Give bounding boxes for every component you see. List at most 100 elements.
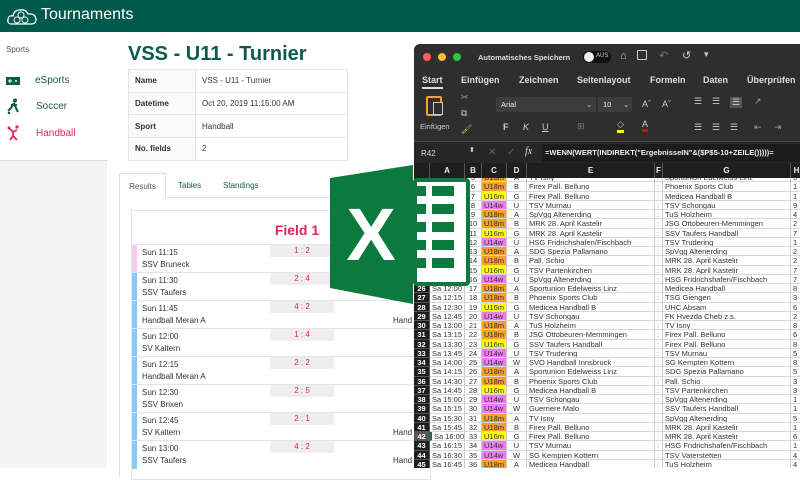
cell-h[interactable]: 3 [791,377,800,386]
cell-e[interactable]: TSV Trudering [527,348,655,358]
cell-e[interactable]: Firex Pall. Belluno [527,191,655,201]
cell-d[interactable]: A [507,321,527,331]
cell-e[interactable]: MRK 28. April Kastelir [527,219,655,229]
cell-b[interactable]: 24 [465,348,482,358]
cell-c[interactable]: U14w [482,200,507,210]
cell-f[interactable]: : [655,441,663,451]
sheet-row[interactable]: 35 Sa 14:15 26 U18m A Sportunion Edelweiss Li… [414,367,800,377]
sidebar-item-handball[interactable]: Handball [0,120,107,148]
column-header[interactable]: A [430,163,465,178]
cell-g[interactable]: MRK 28. April Kastelir [663,432,791,442]
cell-c[interactable]: U18m [482,284,507,294]
cell-c[interactable]: U18m [482,293,507,303]
cell-a[interactable]: Sa 13:15 [430,330,465,340]
cell-a[interactable]: Sa 13:00 [430,321,465,331]
cell-f[interactable]: : [655,302,663,312]
row-header[interactable]: 20 [414,228,430,238]
row-header[interactable]: 24 [414,265,430,275]
cell-a[interactable]: Sa 15:15 [430,404,465,414]
cell-f[interactable]: : [655,219,663,229]
orientation-icon[interactable]: ↗ [754,96,762,107]
cell-c[interactable]: U14w [482,404,507,414]
cell-b[interactable]: 18 [465,293,482,303]
ribbon-tab-einfuegen[interactable]: Einfügen [461,75,500,85]
cell-f[interactable]: : [655,284,663,294]
sheet-row[interactable]: 19 10 U18m B MRK 28. April Kastelir: JSG Otto… [414,219,800,229]
row-header[interactable]: 17 [414,200,430,210]
cell-e[interactable]: TV Isny [527,413,655,423]
cell-f[interactable]: : [655,237,663,247]
borders-icon[interactable]: ⊞ [577,121,585,132]
cell-d[interactable]: A [507,367,527,377]
sheet-row[interactable]: 23 14 U18m B Pall. Schio: MRK 28. April Kaste… [414,256,800,266]
cell-g[interactable]: TV Isny [663,321,791,331]
cell-a[interactable] [430,191,465,201]
cell-d[interactable]: G [507,432,527,442]
cell-c[interactable]: U18m [482,210,507,220]
cell-f[interactable]: : [655,293,663,303]
row-header[interactable]: 18 [414,210,430,220]
decrease-indent-icon[interactable]: ⇤ [754,122,762,133]
cell-a[interactable] [430,219,465,229]
cell-d[interactable]: W [507,450,527,460]
row-header[interactable]: 30 [414,321,430,331]
app-title[interactable]: Tournaments [41,6,134,24]
cell-e[interactable]: TSV Schongau [527,395,655,405]
cell-reference[interactable]: R42 [421,149,436,158]
cell-a[interactable]: Sa 12:45 [430,311,465,321]
save-icon[interactable] [637,50,647,60]
cell-h[interactable]: 1 [791,238,800,247]
undo-icon[interactable]: ↶ [659,49,668,62]
function-icon[interactable]: fx [525,146,532,157]
cell-d[interactable]: G [507,228,527,238]
row-header[interactable]: 22 [414,247,430,257]
cell-d[interactable]: A [507,459,527,468]
column-header[interactable]: F [655,163,663,178]
match-row[interactable]: Sun 12:15 Handball Meran A 2 : 2 [132,356,422,385]
cell-a[interactable]: Sa 13:45 [430,348,465,358]
cell-d[interactable]: B [507,182,527,192]
cell-h[interactable]: 5 [791,367,800,377]
cell-d[interactable]: A [507,210,527,220]
cell-f[interactable]: : [655,395,663,405]
cell-a[interactable] [430,265,465,275]
sheet-row[interactable]: 15 6 U18m B Firex Pall. Belluno: Phoenix Spor… [414,182,800,192]
cell-h[interactable]: 7 [791,275,800,284]
close-window-button[interactable] [423,53,431,61]
sheet-row[interactable]: 41 Sa 15:45 32 U18m B Firex Pall. Belluno: MRK… [414,422,800,432]
cell-h[interactable]: 4 [791,451,800,460]
cell-g[interactable]: SSV Taufers Handball [663,404,791,414]
cell-b[interactable]: 28 [465,385,482,395]
cell-c[interactable]: U18m [482,321,507,331]
cell-h[interactable]: 1 [791,404,800,414]
cell-h[interactable]: 9 [791,201,800,210]
sheet-row[interactable]: 45 Sa 16:45 36 U18m A Medicea Handball: TuS Ho… [414,459,800,468]
sheet-row[interactable]: 27 Sa 12:15 18 U18m B Phoenix Sports Club: TSG… [414,293,800,303]
cell-g[interactable]: SG Kempten Kottern [663,358,791,368]
cell-g[interactable]: Medicea Handball B [663,191,791,201]
sidebar-item-esports[interactable]: eSports [0,67,107,95]
sheet-row[interactable]: 37 Sa 14:45 28 U16m G Medicea Handball B: TSV … [414,385,800,395]
cancel-icon[interactable]: ✕ [488,147,496,158]
row-header[interactable]: 39 [414,404,430,414]
cell-e[interactable]: SpVgg Altenerding [527,210,655,220]
decrease-font-icon[interactable]: Aˇ [662,99,671,109]
cell-h[interactable]: 1 [791,182,800,192]
cell-f[interactable]: : [655,358,663,368]
cell-c[interactable]: U18m [482,367,507,377]
cut-icon[interactable]: ✂ [461,92,469,103]
sheet-row[interactable]: 34 Sa 14:00 25 U14w W SVO Handball Innsbruck:… [414,358,800,368]
row-header[interactable]: 38 [414,395,430,405]
row-header[interactable]: 36 [414,376,430,386]
cell-h[interactable]: 3 [791,293,800,303]
cell-b[interactable]: 35 [465,450,482,460]
cell-e[interactable]: SVO Handball Innsbruck [527,358,655,368]
cell-c[interactable]: U18m [482,256,507,266]
column-header[interactable]: C [482,163,507,178]
align-left-icon[interactable]: ☰ [694,122,702,133]
cell-h[interactable]: 1 [791,395,800,405]
increase-font-icon[interactable]: Aˆ [642,99,651,109]
row-header[interactable]: 45 [414,459,430,468]
cell-g[interactable]: TSG Giengen [663,293,791,303]
cell-g[interactable]: Firex Pall. Belluno [663,339,791,349]
